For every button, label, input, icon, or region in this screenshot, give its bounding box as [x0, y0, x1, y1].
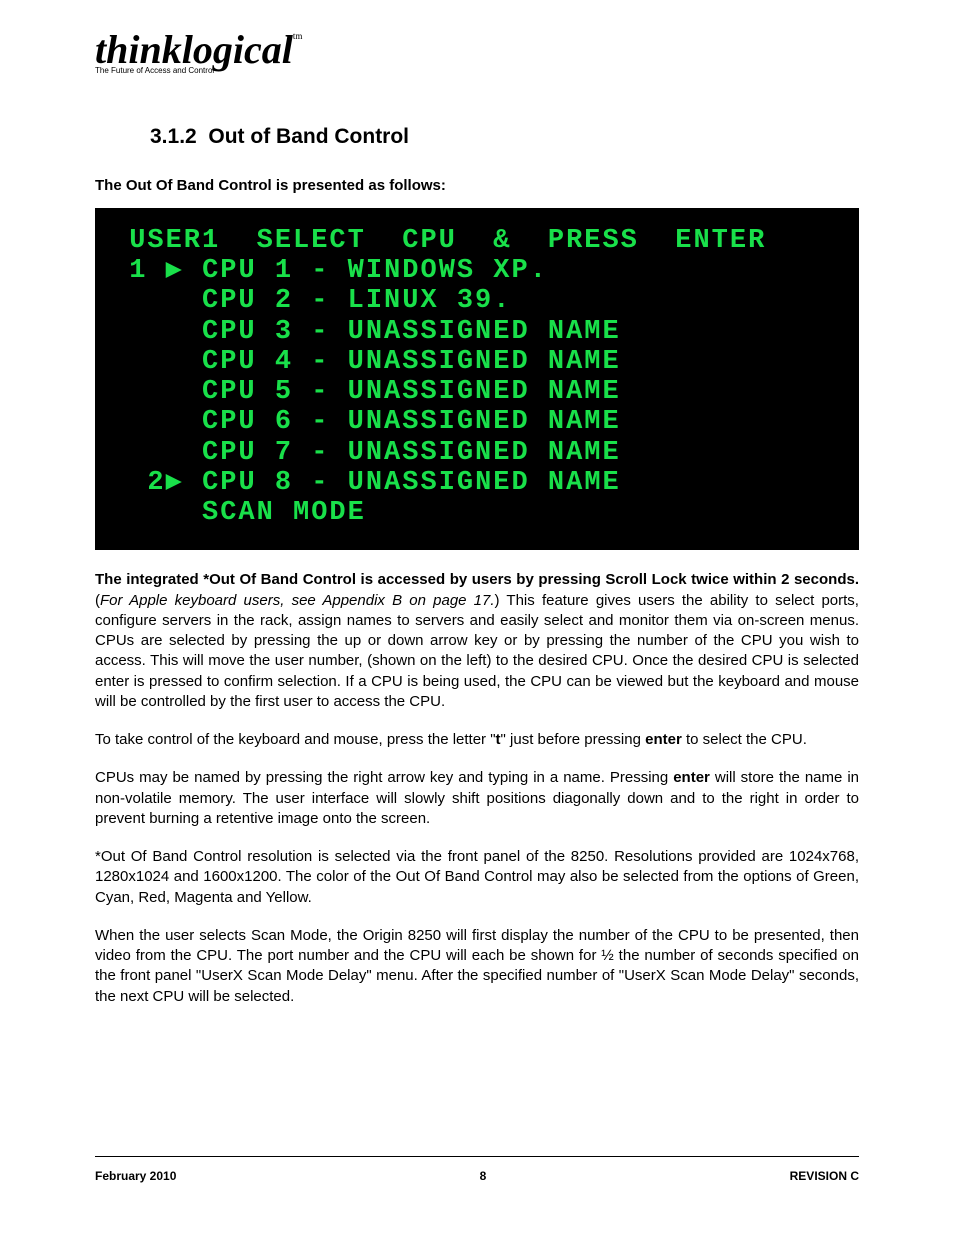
p2-d: enter — [645, 731, 682, 748]
footer-revision: REVISION C — [790, 1169, 859, 1183]
paragraph-2: To take control of the keyboard and mous… — [95, 730, 859, 750]
paragraph-1: The integrated *Out Of Band Control is a… — [95, 570, 859, 712]
paragraph-4: *Out Of Band Control resolution is selec… — [95, 847, 859, 908]
section-heading: 3.1.2 Out of Band Control — [150, 125, 859, 149]
p1-italic: For Apple keyboard users, see Appendix B… — [100, 592, 495, 609]
logo-text: thinklogical — [95, 27, 293, 72]
footer-rule — [95, 1156, 859, 1157]
footer-page-number: 8 — [480, 1169, 487, 1183]
logo-tm: tm — [293, 31, 303, 41]
page-footer: February 2010 8 REVISION C — [95, 1169, 859, 1183]
section-number: 3.1.2 — [150, 125, 197, 148]
paragraph-5: When the user selects Scan Mode, the Ori… — [95, 926, 859, 1007]
intro-text: The Out Of Band Control is presented as … — [95, 177, 859, 194]
p3-a: CPUs may be named by pressing the right … — [95, 769, 673, 786]
brand-logo: thinklogicaltm The Future of Access and … — [95, 30, 859, 75]
p1-rest: ) This feature gives users the ability t… — [95, 592, 859, 710]
p3-b: enter — [673, 769, 710, 786]
paragraph-3: CPUs may be named by pressing the right … — [95, 768, 859, 829]
p2-c: " just before pressing — [501, 731, 646, 748]
p2-e: to select the CPU. — [682, 731, 807, 748]
terminal-screenshot: USER1 SELECT CPU & PRESS ENTER 1 ▶ CPU 1… — [95, 208, 859, 550]
body-text: The integrated *Out Of Band Control is a… — [95, 570, 859, 1007]
footer-date: February 2010 — [95, 1169, 176, 1183]
section-title: Out of Band Control — [208, 125, 409, 148]
p2-a: To take control of the keyboard and mous… — [95, 731, 496, 748]
p1-bold: The integrated *Out Of Band Control is a… — [95, 571, 859, 588]
